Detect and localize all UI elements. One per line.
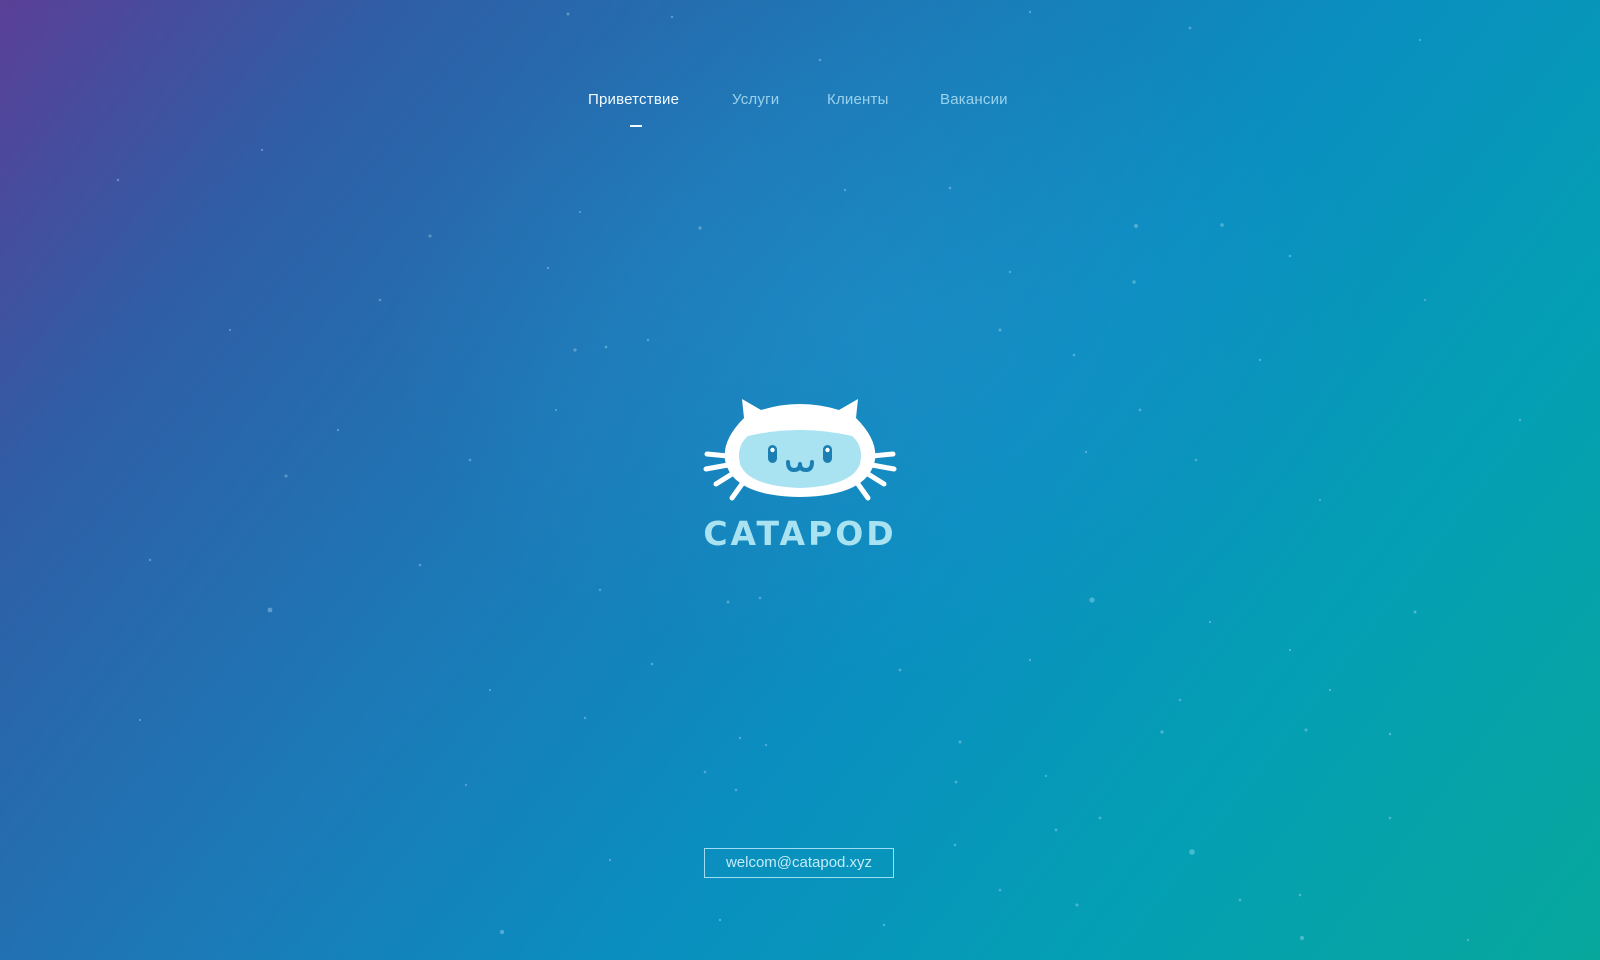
active-nav-indicator bbox=[630, 125, 642, 127]
nav-item-greeting[interactable]: Приветствие bbox=[588, 91, 679, 108]
main-navigation: Приветствие Услуги Клиенты Вакансии bbox=[0, 91, 1600, 131]
contact-email-button[interactable]: welcom@catapod.xyz bbox=[704, 848, 894, 878]
catapod-logo: CATAPOD bbox=[692, 398, 908, 560]
logo-wordmark: CATAPOD bbox=[703, 514, 897, 553]
nav-item-vacancies[interactable]: Вакансии bbox=[940, 91, 1008, 108]
nav-item-services[interactable]: Услуги bbox=[732, 91, 779, 108]
cat-astronaut-icon bbox=[703, 399, 897, 501]
nav-item-clients[interactable]: Клиенты bbox=[827, 91, 889, 108]
